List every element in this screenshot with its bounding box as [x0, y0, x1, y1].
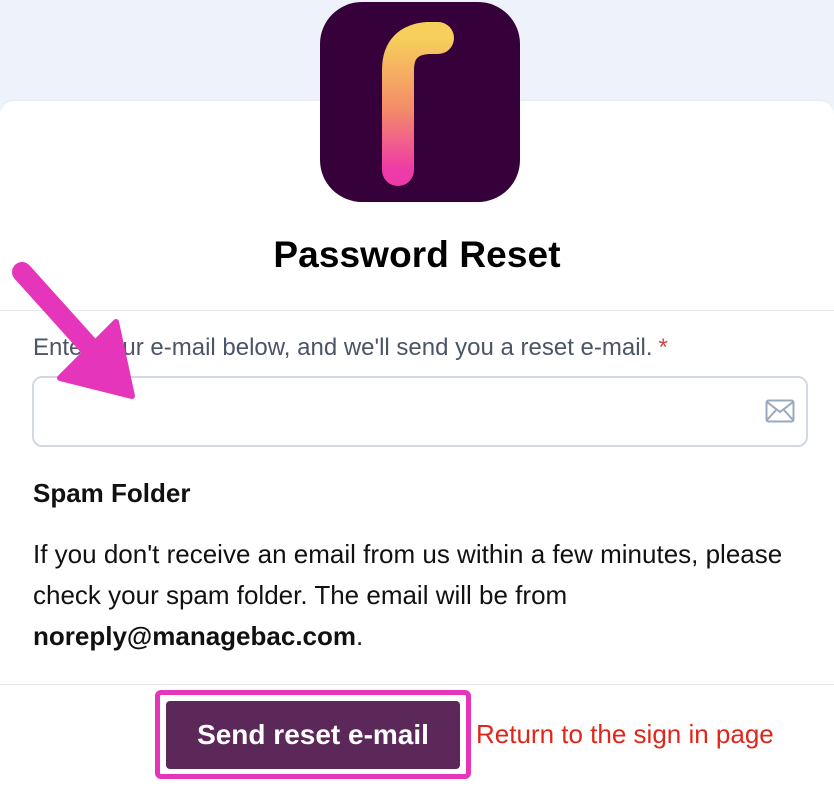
spam-heading: Spam Folder [33, 478, 191, 508]
f-logo-icon [382, 22, 454, 186]
return-to-sign-in-link[interactable]: Return to the sign in page [476, 719, 774, 750]
send-reset-button[interactable]: Send reset e-mail [166, 701, 460, 769]
spam-text-end: . [356, 621, 364, 651]
page: Password Reset Enter your e-mail below, … [0, 0, 834, 792]
divider [0, 310, 834, 311]
spam-text: If you don't receive an email from us wi… [33, 534, 813, 657]
app-logo [320, 2, 520, 202]
spam-text-body: If you don't receive an email from us wi… [33, 539, 783, 610]
divider [0, 684, 834, 685]
email-label: Enter your e-mail below, and we'll send … [33, 334, 668, 362]
email-field[interactable] [34, 378, 806, 445]
email-label-text: Enter your e-mail below, and we'll send … [33, 334, 653, 361]
sender-email: noreply@managebac.com [33, 621, 357, 651]
reset-card: Password Reset Enter your e-mail below, … [0, 101, 834, 792]
required-marker: * [658, 334, 668, 361]
email-field-wrapper [32, 376, 808, 447]
page-title: Password Reset [273, 234, 561, 275]
envelope-icon [765, 399, 795, 423]
